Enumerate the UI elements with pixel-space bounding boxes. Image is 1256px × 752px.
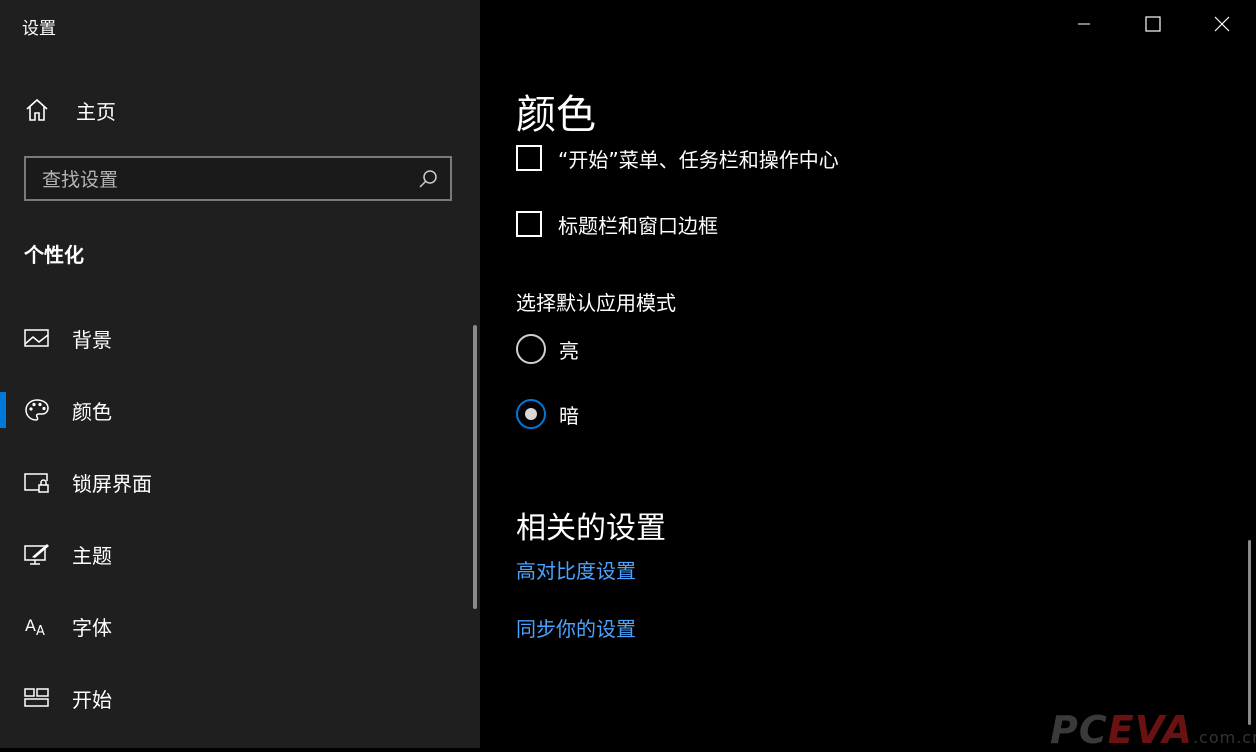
watermark-text: EVA — [1107, 708, 1193, 752]
watermark-text: .com.cn — [1192, 728, 1256, 747]
checkbox-box[interactable] — [516, 145, 542, 171]
palette-icon — [25, 399, 49, 421]
theme-icon — [24, 544, 49, 565]
start-icon — [24, 688, 49, 707]
sidebar-item-background[interactable]: 背景 — [0, 310, 470, 366]
minimize-icon — [1077, 23, 1090, 25]
radio-label: 暗 — [559, 403, 579, 428]
main-scrollbar[interactable] — [1248, 540, 1251, 725]
sidebar-item-color[interactable]: 颜色 — [0, 382, 470, 438]
sync-settings-link[interactable]: 同步你的设置 — [516, 613, 636, 642]
window-controls — [1049, 0, 1256, 48]
home-icon — [26, 98, 48, 121]
maximize-icon — [1144, 16, 1161, 32]
app-mode-heading: 选择默认应用模式 — [516, 291, 676, 315]
home-label: 主页 — [76, 99, 116, 124]
checkbox-title-bars[interactable]: 标题栏和窗口边框 — [516, 208, 718, 240]
high-contrast-link[interactable]: 高对比度设置 — [516, 555, 636, 584]
home-nav-item[interactable]: 主页 — [24, 94, 116, 126]
section-title: 个性化 — [24, 243, 84, 267]
sidebar-item-lock-screen[interactable]: 锁屏界面 — [0, 454, 470, 510]
sidebar-item-label: 主题 — [72, 544, 112, 568]
watermark-text: PC — [1050, 708, 1108, 752]
close-icon — [1214, 16, 1229, 32]
checkbox-start-taskbar[interactable]: “开始”菜单、任务栏和操作中心 — [516, 142, 839, 174]
watermark: PCEVA.com.cn — [1050, 708, 1256, 752]
close-button[interactable] — [1187, 0, 1256, 48]
sidebar-item-theme[interactable]: 主题 — [0, 526, 470, 582]
lock-screen-icon — [24, 473, 49, 493]
checkbox-box[interactable] — [516, 211, 542, 237]
svg-text:A: A — [25, 616, 36, 635]
sidebar-item-font[interactable]: AA 字体 — [0, 598, 470, 654]
picture-icon — [24, 329, 49, 347]
radio-label: 亮 — [559, 338, 579, 363]
sidebar: 设置 主页 个性化 背景 颜色 锁屏界面 主题 AA 字体 开始 — [0, 0, 480, 748]
sidebar-scrollbar[interactable] — [473, 325, 477, 609]
font-icon: AA — [25, 616, 45, 638]
sidebar-item-label: 锁屏界面 — [72, 472, 152, 496]
sidebar-item-label: 颜色 — [72, 400, 112, 424]
radio-button[interactable] — [516, 334, 546, 364]
maximize-button[interactable] — [1118, 0, 1187, 48]
app-title: 设置 — [22, 19, 56, 39]
sidebar-item-label: 字体 — [72, 616, 112, 640]
sidebar-item-start[interactable]: 开始 — [0, 670, 470, 726]
search-icon[interactable] — [418, 169, 438, 189]
svg-text:A: A — [36, 624, 45, 638]
sidebar-item-label: 背景 — [72, 328, 112, 352]
search-input[interactable] — [40, 166, 414, 194]
radio-button[interactable] — [516, 399, 546, 429]
page-title: 颜色 — [516, 92, 596, 138]
search-box[interactable] — [24, 156, 452, 201]
sidebar-item-label: 开始 — [72, 688, 112, 712]
radio-light-mode[interactable]: 亮 — [516, 333, 579, 365]
radio-dark-mode[interactable]: 暗 — [516, 398, 579, 430]
checkbox-label: “开始”菜单、任务栏和操作中心 — [558, 147, 839, 172]
related-settings-title: 相关的设置 — [516, 511, 666, 546]
checkbox-label: 标题栏和窗口边框 — [558, 213, 718, 238]
minimize-button[interactable] — [1049, 0, 1118, 48]
